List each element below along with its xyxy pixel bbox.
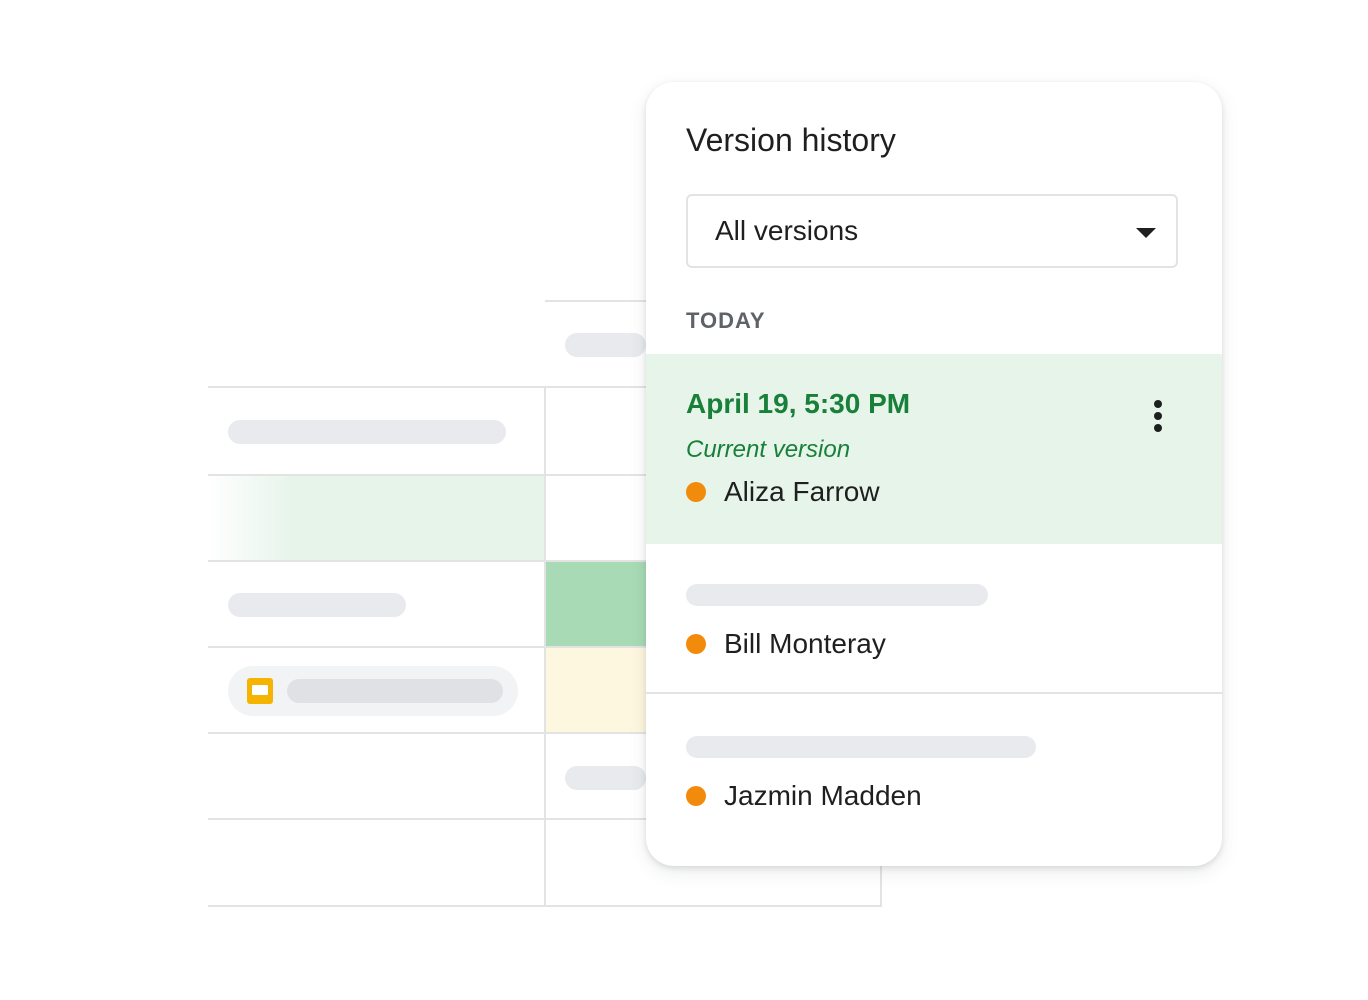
grid-line (208, 386, 646, 388)
yellow-cell (546, 648, 646, 732)
green-cell (546, 562, 646, 646)
version-status: Current version (686, 436, 851, 463)
slides-icon (247, 678, 273, 704)
dropdown-selected-value: All versions (715, 215, 859, 246)
author-color-dot (686, 786, 706, 806)
section-label-today: TODAY (686, 308, 766, 333)
placeholder-text (565, 333, 646, 357)
version-item[interactable]: Bill Monteray (646, 544, 1222, 694)
caret-down-icon (1136, 228, 1156, 238)
more-vert-icon[interactable] (1146, 400, 1170, 440)
version-author: Jazmin Madden (686, 780, 922, 812)
highlighted-row (208, 476, 544, 560)
placeholder-timestamp (686, 584, 988, 606)
grid-line (208, 646, 646, 648)
placeholder-text (228, 593, 406, 617)
attachment-chip[interactable] (228, 666, 518, 716)
version-author: Bill Monteray (686, 628, 886, 660)
grid-line (208, 474, 646, 476)
author-name: Aliza Farrow (724, 476, 880, 507)
version-author: Aliza Farrow (686, 476, 880, 508)
grid-line (208, 818, 646, 820)
stage: Version history All versions TODAY April… (0, 0, 1368, 1000)
author-color-dot (686, 482, 706, 502)
version-timestamp: April 19, 5:30 PM (686, 388, 911, 419)
placeholder-text (287, 679, 503, 703)
grid-line (880, 866, 882, 907)
versions-filter-dropdown[interactable]: All versions (686, 194, 1178, 268)
placeholder-timestamp (686, 736, 1036, 758)
grid-line (208, 560, 646, 562)
author-color-dot (686, 634, 706, 654)
version-item-current[interactable]: April 19, 5:30 PM Current version Aliza … (646, 354, 1222, 544)
version-item[interactable]: Jazmin Madden (646, 696, 1222, 866)
author-name: Jazmin Madden (724, 780, 922, 811)
grid-line (544, 386, 546, 907)
placeholder-text (565, 766, 646, 790)
grid-line (208, 732, 646, 734)
placeholder-text (228, 420, 506, 444)
panel-title: Version history (686, 122, 896, 158)
version-history-panel: Version history All versions TODAY April… (646, 82, 1222, 866)
grid-line (545, 300, 646, 302)
author-name: Bill Monteray (724, 628, 886, 659)
